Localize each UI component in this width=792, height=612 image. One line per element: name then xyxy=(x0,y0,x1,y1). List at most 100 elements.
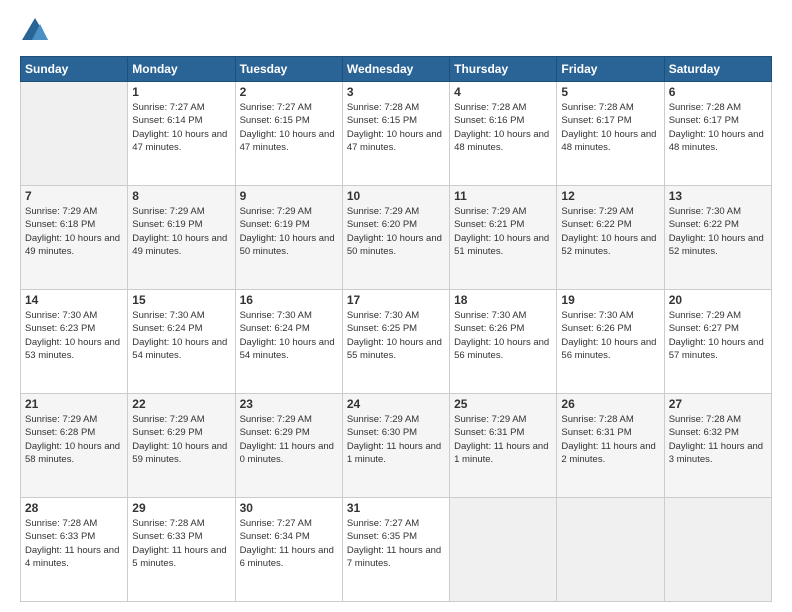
day-cell: 5 Sunrise: 7:28 AMSunset: 6:17 PMDaylight… xyxy=(557,82,664,186)
day-info: Sunrise: 7:28 AMSunset: 6:33 PMDaylight:… xyxy=(25,517,123,570)
day-number: 24 xyxy=(347,397,445,411)
day-number: 5 xyxy=(561,85,659,99)
day-info: Sunrise: 7:28 AMSunset: 6:15 PMDaylight:… xyxy=(347,101,445,154)
page: Sunday Monday Tuesday Wednesday Thursday… xyxy=(0,0,792,612)
day-cell: 19Sunrise: 7:30 AMSunset: 6:26 PMDayligh… xyxy=(557,290,664,394)
day-info: Sunrise: 7:29 AMSunset: 6:27 PMDaylight:… xyxy=(669,309,767,362)
day-number: 21 xyxy=(25,397,123,411)
day-cell: 23 Sunrise: 7:29 AMSunset: 6:29 PMDayligh… xyxy=(235,394,342,498)
calendar-table: Sunday Monday Tuesday Wednesday Thursday… xyxy=(20,56,772,602)
day-info: Sunrise: 7:28 AMSunset: 6:32 PMDaylight:… xyxy=(669,413,767,466)
col-tuesday: Tuesday xyxy=(235,57,342,82)
header xyxy=(20,16,772,46)
col-thursday: Thursday xyxy=(450,57,557,82)
col-wednesday: Wednesday xyxy=(342,57,449,82)
day-info: Sunrise: 7:29 AMSunset: 6:19 PMDaylight:… xyxy=(240,205,338,258)
week-row-2: 7 Sunrise: 7:29 AMSunset: 6:18 PMDaylight… xyxy=(21,186,772,290)
day-cell: 31 Sunrise: 7:27 AMSunset: 6:35 PMDayligh… xyxy=(342,498,449,602)
day-cell: 24Sunrise: 7:29 AMSunset: 6:30 PMDayligh… xyxy=(342,394,449,498)
day-cell: 2Sunrise: 7:27 AMSunset: 6:15 PMDaylight… xyxy=(235,82,342,186)
day-info: Sunrise: 7:28 AMSunset: 6:16 PMDaylight:… xyxy=(454,101,552,154)
day-number: 28 xyxy=(25,501,123,515)
day-cell: 27 Sunrise: 7:28 AMSunset: 6:32 PMDayligh… xyxy=(664,394,771,498)
day-number: 31 xyxy=(347,501,445,515)
day-info: Sunrise: 7:27 AMSunset: 6:35 PMDaylight:… xyxy=(347,517,445,570)
calendar-body: 1 Sunrise: 7:27 AMSunset: 6:14 PMDaylight… xyxy=(21,82,772,602)
day-info: Sunrise: 7:30 AMSunset: 6:23 PMDaylight:… xyxy=(25,309,123,362)
day-number: 2 xyxy=(240,85,338,99)
day-info: Sunrise: 7:29 AMSunset: 6:20 PMDaylight:… xyxy=(347,205,445,258)
day-cell: 7 Sunrise: 7:29 AMSunset: 6:18 PMDaylight… xyxy=(21,186,128,290)
day-cell: 4 Sunrise: 7:28 AMSunset: 6:16 PMDaylight… xyxy=(450,82,557,186)
day-number: 20 xyxy=(669,293,767,307)
day-number: 7 xyxy=(25,189,123,203)
day-info: Sunrise: 7:27 AMSunset: 6:14 PMDaylight:… xyxy=(132,101,230,154)
day-cell: 12 Sunrise: 7:29 AMSunset: 6:22 PMDayligh… xyxy=(557,186,664,290)
week-row-5: 28 Sunrise: 7:28 AMSunset: 6:33 PMDayligh… xyxy=(21,498,772,602)
day-cell xyxy=(21,82,128,186)
day-cell xyxy=(450,498,557,602)
day-cell: 10 Sunrise: 7:29 AMSunset: 6:20 PMDayligh… xyxy=(342,186,449,290)
calendar-header: Sunday Monday Tuesday Wednesday Thursday… xyxy=(21,57,772,82)
col-saturday: Saturday xyxy=(664,57,771,82)
day-cell xyxy=(557,498,664,602)
day-info: Sunrise: 7:28 AMSunset: 6:31 PMDaylight:… xyxy=(561,413,659,466)
day-number: 14 xyxy=(25,293,123,307)
col-monday: Monday xyxy=(128,57,235,82)
week-row-1: 1 Sunrise: 7:27 AMSunset: 6:14 PMDaylight… xyxy=(21,82,772,186)
logo xyxy=(20,16,54,46)
day-number: 23 xyxy=(240,397,338,411)
day-info: Sunrise: 7:30 AMSunset: 6:26 PMDaylight:… xyxy=(454,309,552,362)
day-info: Sunrise: 7:29 AMSunset: 6:19 PMDaylight:… xyxy=(132,205,230,258)
day-info: Sunrise: 7:30 AMSunset: 6:24 PMDaylight:… xyxy=(240,309,338,362)
day-info: Sunrise: 7:29 AMSunset: 6:18 PMDaylight:… xyxy=(25,205,123,258)
day-cell: 22Sunrise: 7:29 AMSunset: 6:29 PMDayligh… xyxy=(128,394,235,498)
day-info: Sunrise: 7:29 AMSunset: 6:21 PMDaylight:… xyxy=(454,205,552,258)
day-number: 1 xyxy=(132,85,230,99)
day-cell: 15 Sunrise: 7:30 AMSunset: 6:24 PMDayligh… xyxy=(128,290,235,394)
day-cell: 29 Sunrise: 7:28 AMSunset: 6:33 PMDayligh… xyxy=(128,498,235,602)
day-cell: 3 Sunrise: 7:28 AMSunset: 6:15 PMDaylight… xyxy=(342,82,449,186)
day-number: 10 xyxy=(347,189,445,203)
day-info: Sunrise: 7:29 AMSunset: 6:22 PMDaylight:… xyxy=(561,205,659,258)
day-info: Sunrise: 7:27 AMSunset: 6:34 PMDaylight:… xyxy=(240,517,338,570)
day-number: 17 xyxy=(347,293,445,307)
day-number: 19 xyxy=(561,293,659,307)
day-number: 29 xyxy=(132,501,230,515)
day-cell: 18 Sunrise: 7:30 AMSunset: 6:26 PMDayligh… xyxy=(450,290,557,394)
day-info: Sunrise: 7:30 AMSunset: 6:25 PMDaylight:… xyxy=(347,309,445,362)
day-info: Sunrise: 7:28 AMSunset: 6:33 PMDaylight:… xyxy=(132,517,230,570)
day-info: Sunrise: 7:29 AMSunset: 6:31 PMDaylight:… xyxy=(454,413,552,466)
day-cell: 28 Sunrise: 7:28 AMSunset: 6:33 PMDayligh… xyxy=(21,498,128,602)
col-sunday: Sunday xyxy=(21,57,128,82)
day-number: 30 xyxy=(240,501,338,515)
day-number: 12 xyxy=(561,189,659,203)
day-number: 18 xyxy=(454,293,552,307)
day-cell: 14 Sunrise: 7:30 AMSunset: 6:23 PMDayligh… xyxy=(21,290,128,394)
day-info: Sunrise: 7:29 AMSunset: 6:29 PMDaylight:… xyxy=(240,413,338,466)
day-cell: 21Sunrise: 7:29 AMSunset: 6:28 PMDayligh… xyxy=(21,394,128,498)
day-number: 27 xyxy=(669,397,767,411)
day-number: 25 xyxy=(454,397,552,411)
day-number: 6 xyxy=(669,85,767,99)
day-cell: 20 Sunrise: 7:29 AMSunset: 6:27 PMDayligh… xyxy=(664,290,771,394)
day-info: Sunrise: 7:30 AMSunset: 6:24 PMDaylight:… xyxy=(132,309,230,362)
day-cell: 30 Sunrise: 7:27 AMSunset: 6:34 PMDayligh… xyxy=(235,498,342,602)
day-number: 16 xyxy=(240,293,338,307)
day-number: 3 xyxy=(347,85,445,99)
day-number: 15 xyxy=(132,293,230,307)
day-number: 9 xyxy=(240,189,338,203)
week-row-3: 14 Sunrise: 7:30 AMSunset: 6:23 PMDayligh… xyxy=(21,290,772,394)
day-cell: 6Sunrise: 7:28 AMSunset: 6:17 PMDaylight… xyxy=(664,82,771,186)
day-number: 11 xyxy=(454,189,552,203)
day-number: 4 xyxy=(454,85,552,99)
day-info: Sunrise: 7:29 AMSunset: 6:29 PMDaylight:… xyxy=(132,413,230,466)
day-number: 8 xyxy=(132,189,230,203)
day-cell: 26Sunrise: 7:28 AMSunset: 6:31 PMDayligh… xyxy=(557,394,664,498)
day-cell: 13Sunrise: 7:30 AMSunset: 6:22 PMDayligh… xyxy=(664,186,771,290)
day-info: Sunrise: 7:28 AMSunset: 6:17 PMDaylight:… xyxy=(561,101,659,154)
day-cell: 17 Sunrise: 7:30 AMSunset: 6:25 PMDayligh… xyxy=(342,290,449,394)
day-cell: 1 Sunrise: 7:27 AMSunset: 6:14 PMDaylight… xyxy=(128,82,235,186)
day-cell: 8 Sunrise: 7:29 AMSunset: 6:19 PMDaylight… xyxy=(128,186,235,290)
day-cell: 9 Sunrise: 7:29 AMSunset: 6:19 PMDaylight… xyxy=(235,186,342,290)
